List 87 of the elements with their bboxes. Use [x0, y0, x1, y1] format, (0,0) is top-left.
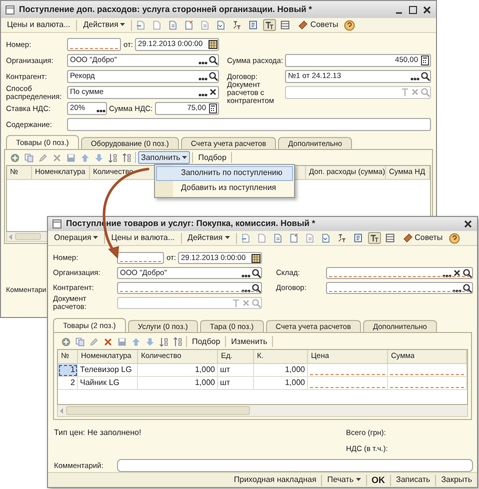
- toolbar-button[interactable]: Подбор: [195, 151, 230, 164]
- caret-icon: [93, 236, 98, 240]
- calendar-icon[interactable]: [251, 252, 261, 264]
- report-icon[interactable]: [352, 232, 365, 244]
- text-mode-icon: [231, 298, 241, 308]
- search-icon: [251, 298, 261, 308]
- maximize-icon[interactable]: [408, 4, 418, 14]
- window-icon: [52, 219, 62, 229]
- add-icon[interactable]: [60, 336, 72, 348]
- tips-button[interactable]: Советы: [400, 232, 446, 244]
- calendar-icon[interactable]: [208, 39, 218, 50]
- copy-icon[interactable]: [74, 336, 86, 348]
- sort-ascending-icon[interactable]: [158, 336, 170, 348]
- price-type-text: Тип цен: Не заполнено!: [54, 428, 142, 438]
- input-field[interactable]: [326, 282, 473, 294]
- menu-item[interactable]: Заполнить по поступлению: [156, 166, 293, 181]
- copy-icon[interactable]: [23, 152, 35, 164]
- help-icon[interactable]: [344, 20, 356, 30]
- table-cell: Чайник LG: [78, 377, 138, 390]
- save-icon[interactable]: [65, 152, 77, 164]
- menu-button[interactable]: Печать: [324, 474, 364, 486]
- window-icon: [5, 4, 15, 14]
- action-button[interactable]: Закрыть: [438, 474, 475, 486]
- table-cell: 1,000: [138, 377, 218, 390]
- list-icon[interactable]: [279, 19, 292, 31]
- input-field[interactable]: [67, 38, 122, 51]
- table-cell: 2: [58, 377, 78, 390]
- table-cell: шт: [218, 364, 254, 377]
- caret-icon: [224, 236, 230, 240]
- list-icon[interactable]: [384, 232, 397, 244]
- input-field[interactable]: [117, 282, 262, 294]
- search-icon[interactable]: [208, 71, 218, 82]
- toolbar-button[interactable]: Изменить: [228, 335, 270, 348]
- delete-icon[interactable]: [102, 336, 114, 348]
- clear-icon[interactable]: [452, 268, 462, 278]
- action-button[interactable]: OK: [368, 474, 388, 486]
- caret-icon: [120, 23, 126, 27]
- delete-icon[interactable]: [51, 152, 63, 164]
- search-icon[interactable]: [208, 55, 218, 66]
- toolbar-button[interactable]: Цены и валюта...: [108, 232, 178, 244]
- sort-descending-icon[interactable]: [121, 152, 133, 164]
- text-mode-icon[interactable]: [368, 232, 381, 244]
- input-field[interactable]: [326, 267, 473, 279]
- caret-icon: [182, 156, 188, 160]
- table-cell: 1,000: [138, 364, 218, 377]
- toolbar-button[interactable]: Подбор: [189, 335, 224, 348]
- input-field[interactable]: [117, 252, 164, 264]
- scrollbar-thumb[interactable]: [15, 232, 41, 240]
- close-icon[interactable]: [463, 219, 473, 229]
- sort-ascending-icon[interactable]: [107, 152, 119, 164]
- menu-item[interactable]: Добавить из поступления: [156, 181, 293, 196]
- horizontal-scrollbar[interactable]: [57, 405, 468, 417]
- table-cell: 1: [58, 364, 78, 377]
- save-icon[interactable]: [116, 336, 128, 348]
- sort-descending-icon[interactable]: [172, 336, 184, 348]
- action-button[interactable]: Записать: [393, 474, 434, 486]
- text-mode-icon: [400, 87, 410, 98]
- clear-icon: [241, 298, 251, 308]
- menu-button[interactable]: Действия: [184, 232, 233, 244]
- menu-button[interactable]: Действия: [80, 18, 128, 32]
- search-icon[interactable]: [251, 268, 261, 278]
- input-field[interactable]: [117, 459, 473, 472]
- table-cell: 1,000: [254, 364, 308, 377]
- calculator-icon[interactable]: [420, 55, 430, 66]
- search-icon: [420, 87, 430, 98]
- calculator-icon[interactable]: [208, 103, 218, 114]
- search-icon[interactable]: [420, 71, 430, 82]
- caret-icon: [356, 478, 360, 482]
- tips-button[interactable]: Советы: [295, 18, 342, 32]
- action-button[interactable]: Приходная накладная: [230, 474, 320, 486]
- table-cell: шт: [218, 377, 254, 390]
- menu-button[interactable]: Заполнить: [138, 151, 190, 164]
- search-icon[interactable]: [462, 282, 472, 294]
- window-title: Поступление доп. расходов: услуга сторонней организации. Новый *: [19, 4, 313, 14]
- table-cell: 1,000: [254, 377, 308, 390]
- scrollbar-thumb[interactable]: [66, 406, 250, 415]
- toolbar-button[interactable]: Цены и валюта...: [4, 18, 74, 32]
- close-icon[interactable]: [422, 4, 432, 14]
- book-icon: [298, 20, 308, 30]
- input-field[interactable]: [67, 118, 431, 131]
- add-icon[interactable]: [9, 152, 21, 164]
- menu-button[interactable]: Операция: [51, 232, 102, 244]
- search-icon[interactable]: [251, 282, 261, 294]
- search-icon[interactable]: [462, 268, 472, 278]
- text-mode-icon[interactable]: [263, 19, 276, 31]
- table-cell: Телевизор LG: [78, 364, 138, 377]
- help-icon[interactable]: [448, 232, 460, 244]
